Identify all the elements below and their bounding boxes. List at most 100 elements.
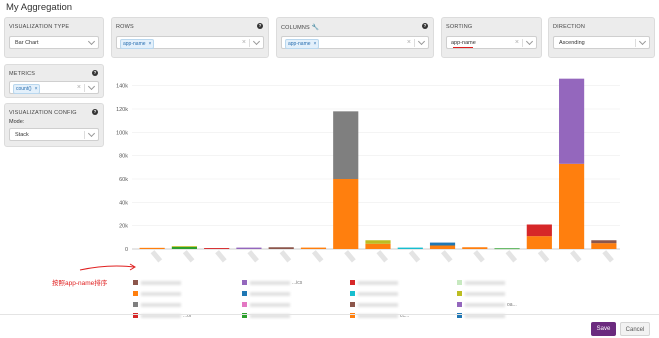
clear-icon[interactable]: × <box>77 84 81 91</box>
y-tick-label: 100k <box>116 130 128 136</box>
legend-label-redacted <box>465 302 505 307</box>
y-tick-label: 20k <box>119 224 128 230</box>
columns-panel: COLUMNS 🔧 ? app-name × × <box>276 17 434 58</box>
bar-segment[interactable] <box>429 245 456 250</box>
rows-panel: ROWS ? app-name × × <box>111 17 269 58</box>
direction-select[interactable]: Ascending <box>553 36 650 49</box>
legend-label-redacted <box>465 280 505 285</box>
bar-segment[interactable] <box>591 240 617 244</box>
bar-segment[interactable] <box>526 236 552 249</box>
x-tick-label <box>505 250 518 263</box>
chevron-down-icon[interactable] <box>417 37 426 46</box>
legend-item[interactable] <box>242 302 290 308</box>
chevron-down-icon[interactable] <box>638 37 647 46</box>
legend-item[interactable] <box>133 302 181 308</box>
chevron-down-icon[interactable] <box>87 82 96 91</box>
bar-segment[interactable] <box>429 242 456 246</box>
rows-select[interactable]: app-name × × <box>116 36 264 49</box>
legend-item[interactable] <box>133 291 181 297</box>
metrics-select[interactable]: count() × × <box>9 81 99 94</box>
bar-segment[interactable] <box>333 179 359 249</box>
rows-tag[interactable]: app-name × <box>120 39 155 49</box>
bar-segment[interactable] <box>462 247 488 249</box>
bar-segment[interactable] <box>268 247 294 249</box>
sorting-underline <box>453 47 473 48</box>
bar-segment[interactable] <box>526 224 552 237</box>
bar-segment[interactable] <box>494 248 520 250</box>
divider <box>249 39 250 47</box>
page-title: My Aggregation <box>6 2 73 13</box>
x-tick-label <box>247 250 259 263</box>
clear-icon[interactable]: × <box>407 39 411 46</box>
save-button[interactable]: Save <box>591 322 616 336</box>
wrench-icon[interactable]: 🔧 <box>312 25 320 31</box>
legend-item[interactable]: ...ics <box>242 280 302 286</box>
help-icon[interactable]: ? <box>422 23 428 29</box>
chevron-down-icon[interactable] <box>525 37 534 46</box>
legend-swatch <box>350 280 355 286</box>
tag-remove-icon[interactable]: × <box>149 41 152 47</box>
legend-item[interactable]: oa... <box>457 302 517 308</box>
tag-remove-icon[interactable]: × <box>35 86 38 92</box>
help-icon[interactable]: ? <box>257 23 263 29</box>
legend-item[interactable] <box>242 291 290 297</box>
clear-icon[interactable]: × <box>242 39 246 46</box>
annotation-text: 按照app-name排序 <box>52 280 108 287</box>
x-tick-label <box>570 250 582 263</box>
mode-select[interactable]: Stack <box>9 128 99 141</box>
x-tick-label <box>537 250 550 263</box>
columns-tag[interactable]: app-name × <box>285 39 320 49</box>
x-tick-label <box>279 250 292 263</box>
bar-segment[interactable] <box>236 247 262 249</box>
legend-item[interactable] <box>457 291 505 297</box>
columns-select[interactable]: app-name × × <box>281 36 429 49</box>
tag-remove-icon[interactable]: × <box>314 41 317 47</box>
help-icon[interactable]: ? <box>92 109 98 115</box>
viz-config-panel: VISUALIZATION CONFIG ? Mode: Stack <box>4 103 104 147</box>
x-tick-label <box>344 250 356 263</box>
legend-item[interactable] <box>457 280 505 286</box>
x-tick-label <box>182 250 195 263</box>
cancel-button[interactable]: Cancel <box>620 322 650 336</box>
bar-segment[interactable] <box>559 78 585 164</box>
bar-segment[interactable] <box>591 243 617 249</box>
bar-segment[interactable] <box>559 163 585 249</box>
legend-swatch <box>242 280 247 286</box>
columns-label: COLUMNS 🔧 <box>281 24 319 31</box>
y-tick-label: 120k <box>116 107 128 113</box>
rows-tag-label: app-name <box>123 41 146 47</box>
y-tick-label: 60k <box>119 177 128 183</box>
sorting-select[interactable]: app-name × <box>446 36 537 49</box>
x-tick-label <box>408 250 421 263</box>
bar-segment[interactable] <box>171 246 197 249</box>
legend-swatch <box>242 291 247 297</box>
bar-segment[interactable] <box>139 247 165 249</box>
chevron-down-icon[interactable] <box>87 129 96 138</box>
legend-label-redacted <box>250 280 290 285</box>
bar-chart: 0 20k 40k 60k 80k 100k 120k 140k <box>116 78 620 263</box>
metrics-tag[interactable]: count() × <box>13 84 41 94</box>
bar-segment[interactable] <box>204 248 230 249</box>
legend-label-redacted <box>358 291 398 296</box>
legend-label-redacted <box>250 291 290 296</box>
bar-segment[interactable] <box>333 111 359 179</box>
bar-segment[interactable] <box>365 243 391 249</box>
legend-item[interactable] <box>350 291 398 297</box>
legend-item[interactable] <box>350 302 398 308</box>
y-tick-label: 40k <box>119 200 128 206</box>
bar-segment[interactable] <box>300 247 327 249</box>
legend-label-redacted <box>358 280 398 285</box>
help-icon[interactable]: ? <box>92 70 98 76</box>
viz-type-select[interactable]: Bar Chart <box>9 36 99 49</box>
legend-item[interactable] <box>133 280 181 286</box>
mode-value: Stack <box>15 132 29 138</box>
chevron-down-icon[interactable] <box>252 37 261 46</box>
bar-segment[interactable] <box>397 247 423 249</box>
x-tick-label <box>311 250 324 263</box>
chevron-down-icon[interactable] <box>87 37 96 46</box>
bar-segment[interactable] <box>365 240 391 244</box>
clear-icon[interactable]: × <box>515 39 519 46</box>
bar-segment[interactable] <box>171 246 197 247</box>
legend-item[interactable] <box>350 280 398 286</box>
direction-panel: DIRECTION Ascending <box>548 17 655 58</box>
